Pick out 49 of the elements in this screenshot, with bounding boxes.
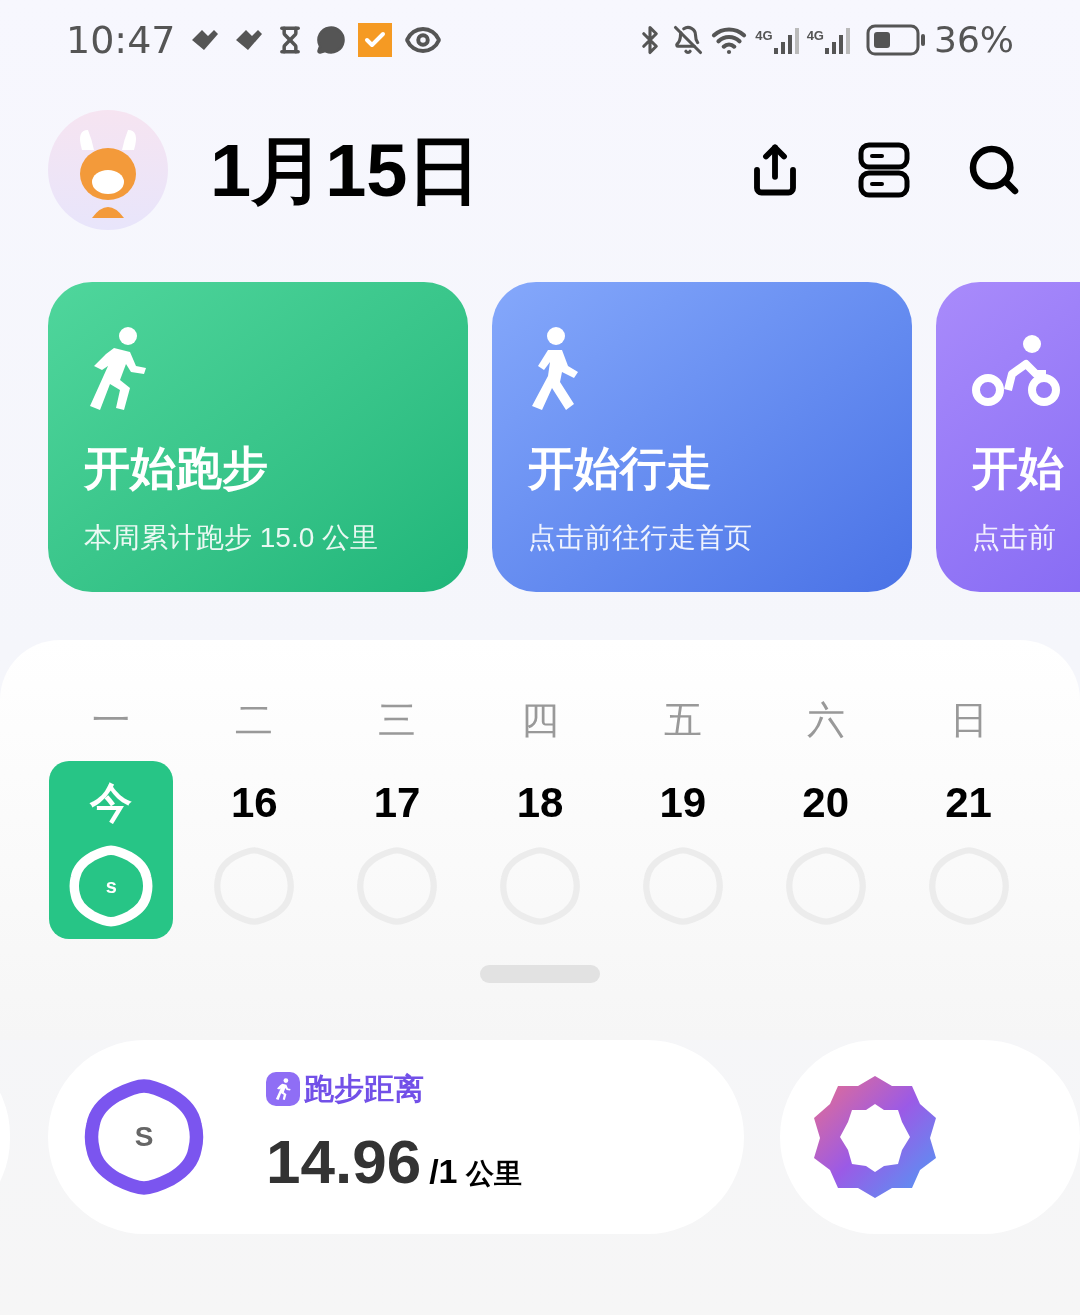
chat-icon — [315, 25, 346, 55]
day-cell[interactable]: 18 — [478, 761, 602, 939]
avatar[interactable] — [48, 110, 168, 230]
weekday-label: 一 — [92, 698, 131, 743]
weekday-label: 五 — [663, 698, 702, 743]
side-card[interactable] — [780, 1040, 1080, 1234]
date-title: 1月15日 — [210, 127, 482, 214]
signal-icon — [824, 26, 850, 54]
goal-badge: s — [69, 844, 154, 928]
weekday-label: 日 — [949, 698, 988, 743]
day-cell[interactable]: 19 — [620, 761, 745, 939]
day-cell[interactable]: 17 — [335, 761, 460, 939]
card-subtitle: 点击前往行走首页 — [528, 521, 753, 555]
day-number: 19 — [659, 778, 707, 828]
day-number: 16 — [230, 778, 278, 828]
flower-badge-icon — [812, 1074, 938, 1200]
distance-goal: /1 — [429, 1151, 458, 1192]
distance-card[interactable]: S 跑步距离 14.96/1 公里 — [48, 1040, 744, 1234]
weekday-label: 四 — [521, 698, 559, 743]
day-cell[interactable]: 16 — [192, 761, 317, 939]
weekday-label: 六 — [806, 698, 845, 743]
day-number: 21 — [945, 778, 992, 828]
status-time: 10:47 — [66, 16, 176, 64]
distance-value: 14.96 — [266, 1126, 422, 1198]
day-number: 17 — [373, 778, 421, 828]
day-number: 今 — [90, 778, 133, 828]
day-cell[interactable]: 20 — [763, 761, 888, 939]
task-icon — [357, 23, 392, 57]
card-subtitle: 点击前 — [972, 521, 1057, 555]
card-title: 开始跑步 — [84, 441, 269, 496]
day-cell[interactable]: 21 — [906, 761, 1031, 939]
battery-percent: 36% — [934, 18, 1014, 62]
signal-icon — [772, 26, 799, 54]
bell-off-icon — [673, 25, 704, 55]
card-subtitle: 本周累计跑步 15.0 公里 — [84, 521, 380, 555]
distance-title: 跑步距离 — [304, 1071, 424, 1107]
run-icon — [266, 1071, 300, 1106]
network-label: 4G — [806, 27, 824, 45]
day-number: 20 — [802, 778, 850, 828]
card-title: 开始行走 — [528, 441, 713, 496]
weekday-label: 三 — [378, 698, 417, 743]
battery-icon — [866, 24, 926, 56]
network-label: 4G — [755, 27, 773, 45]
devices-button[interactable] — [858, 142, 910, 198]
distance-badge: S — [84, 1077, 204, 1197]
day-number: 18 — [516, 778, 564, 828]
distance-unit: 公里 — [465, 1157, 522, 1191]
weekday-label: 二 — [235, 698, 274, 743]
card-title: 开始 — [972, 441, 1065, 496]
